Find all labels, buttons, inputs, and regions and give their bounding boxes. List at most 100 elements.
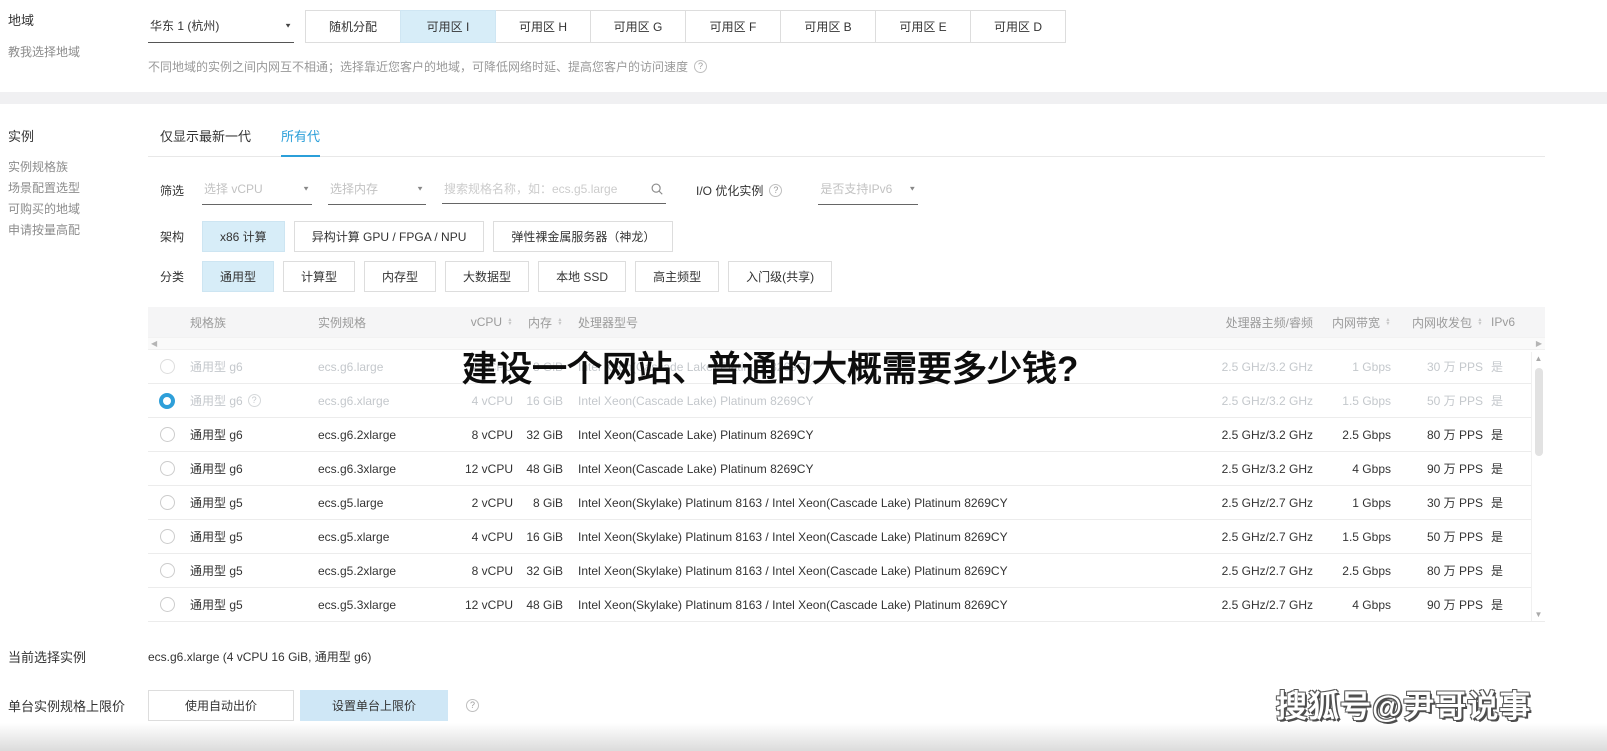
- cell-mem-value: 16 GiB: [526, 529, 563, 544]
- overlay-caption: 建设一个网站、普通的大概需要多少钱?: [462, 350, 1079, 389]
- table-row[interactable]: 通用型 g5 ecs.g5.large 2 vCPU 8 GiB Intel Xeon(…: [148, 486, 1545, 520]
- cell-freq-value: 2.5 GHz/2.7 GHz: [1221, 529, 1313, 544]
- spec-search-input[interactable]: [444, 178, 650, 200]
- cell-spec-value: ecs.g6.3xlarge: [318, 461, 397, 476]
- zone-button[interactable]: 可用区 D: [970, 10, 1066, 43]
- row-radio-button[interactable]: [159, 359, 175, 374]
- sort-icons[interactable]: ▲ ▼: [507, 317, 513, 326]
- column-header: 内存 ▲ ▼: [513, 314, 563, 331]
- cell-spec: ecs.g5.xlarge: [318, 530, 448, 544]
- sort-desc-icon[interactable]: ▼: [557, 321, 562, 326]
- category-option-button[interactable]: 高主频型: [635, 261, 720, 292]
- category-option-button[interactable]: 大数据型: [445, 261, 530, 292]
- tab-all-generations[interactable]: 所有代: [281, 126, 321, 157]
- sidebar-link[interactable]: 场景配置选型: [8, 178, 148, 199]
- architecture-option-button[interactable]: 弹性裸金属服务器（神龙）: [493, 221, 674, 252]
- tab-latest-generation[interactable]: 仅显示最新一代: [160, 126, 251, 156]
- set-price-limit-button[interactable]: 设置单台上限价: [300, 690, 448, 721]
- zone-button[interactable]: 可用区 E: [875, 10, 971, 43]
- row-radio-button[interactable]: [159, 461, 175, 476]
- cell-ipv6-value: 是: [1491, 462, 1504, 476]
- vertical-scrollbar[interactable]: ▲ ▼: [1531, 352, 1545, 621]
- category-option-button[interactable]: 内存型: [364, 261, 437, 292]
- row-radio-button[interactable]: [159, 597, 175, 612]
- row-radio-button[interactable]: [159, 392, 175, 409]
- price-limit-buttons: 使用自动出价 设置单台上限价 ?: [148, 690, 479, 721]
- cell-family: 通用型 g5: [186, 528, 318, 545]
- region-section: 地域 教我选择地域 华东 1 (杭州) ▼ 随机分配 可用区 I 可用区 H 可用区…: [0, 0, 1607, 75]
- table-row[interactable]: 通用型 g5 ecs.g5.2xlarge 8 vCPU 32 GiB Intel Xe…: [148, 554, 1545, 588]
- architecture-options: x86 计算 异构计算 GPU / FPGA / NPU 弹性裸金属服务器（神龙）: [202, 221, 682, 252]
- row-radio-button[interactable]: [159, 563, 175, 578]
- scroll-left-icon[interactable]: ◀: [151, 339, 157, 348]
- sort-desc-icon[interactable]: ▼: [507, 321, 512, 326]
- cell-vcpu-value: 12 vCPU: [464, 597, 513, 612]
- sidebar-link[interactable]: 可购买的地域: [8, 199, 148, 220]
- cell-spec-value: ecs.g6.xlarge: [318, 393, 390, 408]
- category-option-button[interactable]: 通用型: [202, 261, 275, 292]
- cell-vcpu-value: 4 vCPU: [471, 529, 513, 544]
- scrollbar-thumb[interactable]: [1535, 368, 1543, 456]
- cell-ipv6: 是: [1483, 494, 1529, 511]
- region-select[interactable]: 华东 1 (杭州) ▼: [148, 10, 294, 43]
- sort-desc-icon[interactable]: ▼: [1385, 321, 1390, 326]
- table-row[interactable]: 通用型 g5 ecs.g5.xlarge 4 vCPU 16 GiB Intel Xeo…: [148, 520, 1545, 554]
- sort-icons[interactable]: ▲ ▼: [1385, 317, 1391, 326]
- sidebar-link[interactable]: 实例规格族: [8, 157, 148, 178]
- cell-ipv6: 是: [1483, 460, 1529, 477]
- scroll-down-icon[interactable]: ▼: [1532, 610, 1545, 619]
- help-icon[interactable]: ?: [769, 183, 783, 197]
- table-row[interactable]: 通用型 g6 ecs.g6.2xlarge 8 vCPU 32 GiB Intel Xe…: [148, 418, 1545, 452]
- current-selection-row: 当前选择实例 ecs.g6.xlarge (4 vCPU 16 GiB, 通用型…: [0, 647, 1607, 666]
- zone-button[interactable]: 可用区 H: [495, 10, 591, 43]
- vcpu-select[interactable]: 选择 vCPU ▼: [202, 175, 312, 205]
- sidebar-link[interactable]: 申请按量高配: [8, 220, 148, 241]
- region-help-link[interactable]: 教我选择地域: [8, 42, 148, 63]
- zone-button[interactable]: 可用区 I: [400, 10, 496, 43]
- radio-cell: [148, 529, 186, 544]
- memory-select[interactable]: 选择内存 ▼: [328, 175, 426, 205]
- cell-freq-value: 2.5 GHz/3.2 GHz: [1221, 359, 1313, 374]
- zone-button[interactable]: 可用区 G: [590, 10, 686, 43]
- cell-ipv6: 是: [1483, 358, 1529, 375]
- ipv6-select[interactable]: 是否支持IPv6 ▼: [818, 175, 919, 205]
- scroll-up-icon[interactable]: ▲: [1532, 354, 1545, 363]
- category-option-button[interactable]: 入门级(共享): [728, 261, 833, 292]
- cell-mem: 16 GiB: [513, 394, 563, 408]
- architecture-option-button[interactable]: x86 计算: [202, 221, 285, 252]
- sort-icons[interactable]: ▲ ▼: [557, 317, 563, 326]
- cell-spec: ecs.g5.2xlarge: [318, 564, 448, 578]
- column-header: IPv6: [1483, 315, 1529, 329]
- row-radio-button[interactable]: [159, 529, 175, 544]
- row-radio-button[interactable]: [159, 427, 175, 442]
- zone-button[interactable]: 可用区 F: [685, 10, 781, 43]
- auto-bid-button[interactable]: 使用自动出价: [148, 690, 294, 721]
- cell-cpu-value: Intel Xeon(Skylake) Platinum 8163 / Inte…: [578, 495, 1008, 510]
- cell-bw: 4 Gbps: [1313, 462, 1391, 476]
- help-icon[interactable]: ?: [247, 394, 261, 407]
- sort-desc-icon[interactable]: ▼: [1477, 321, 1482, 326]
- scroll-right-icon[interactable]: ▶: [1536, 339, 1542, 348]
- help-icon[interactable]: ?: [694, 60, 708, 73]
- cell-ipv6-value: 是: [1491, 530, 1504, 544]
- column-header: 内网带宽 ▲ ▼: [1313, 314, 1391, 331]
- cell-bw-value: 2.5 Gbps: [1342, 427, 1391, 442]
- cell-pps-value: 80 万 PPS: [1426, 428, 1483, 442]
- cell-bw-value: 1.5 Gbps: [1342, 393, 1391, 408]
- table-row[interactable]: 通用型 g5 ecs.g5.3xlarge 12 vCPU 48 GiB Intel X…: [148, 588, 1545, 622]
- random-assign-button[interactable]: 随机分配: [305, 10, 401, 43]
- cell-family-value: 通用型 g6: [190, 394, 243, 408]
- category-option-button[interactable]: 计算型: [283, 261, 356, 292]
- help-icon[interactable]: ?: [466, 699, 479, 712]
- cell-freq-value: 2.5 GHz/2.7 GHz: [1221, 563, 1313, 578]
- architecture-option-button[interactable]: 异构计算 GPU / FPGA / NPU: [293, 221, 485, 252]
- category-option-button[interactable]: 本地 SSD: [538, 261, 627, 292]
- row-radio-button[interactable]: [159, 495, 175, 510]
- sort-icons[interactable]: ▲ ▼: [1477, 317, 1483, 326]
- search-icon[interactable]: [650, 182, 664, 196]
- ecs-instance-config-page: 地域 教我选择地域 华东 1 (杭州) ▼ 随机分配 可用区 I 可用区 H 可用区…: [0, 0, 1607, 751]
- zone-button[interactable]: 可用区 B: [780, 10, 876, 43]
- column-header-label: vCPU: [470, 315, 503, 329]
- cell-ipv6: 是: [1483, 426, 1529, 443]
- table-row[interactable]: 通用型 g6 ecs.g6.3xlarge 12 vCPU 48 GiB Intel X…: [148, 452, 1545, 486]
